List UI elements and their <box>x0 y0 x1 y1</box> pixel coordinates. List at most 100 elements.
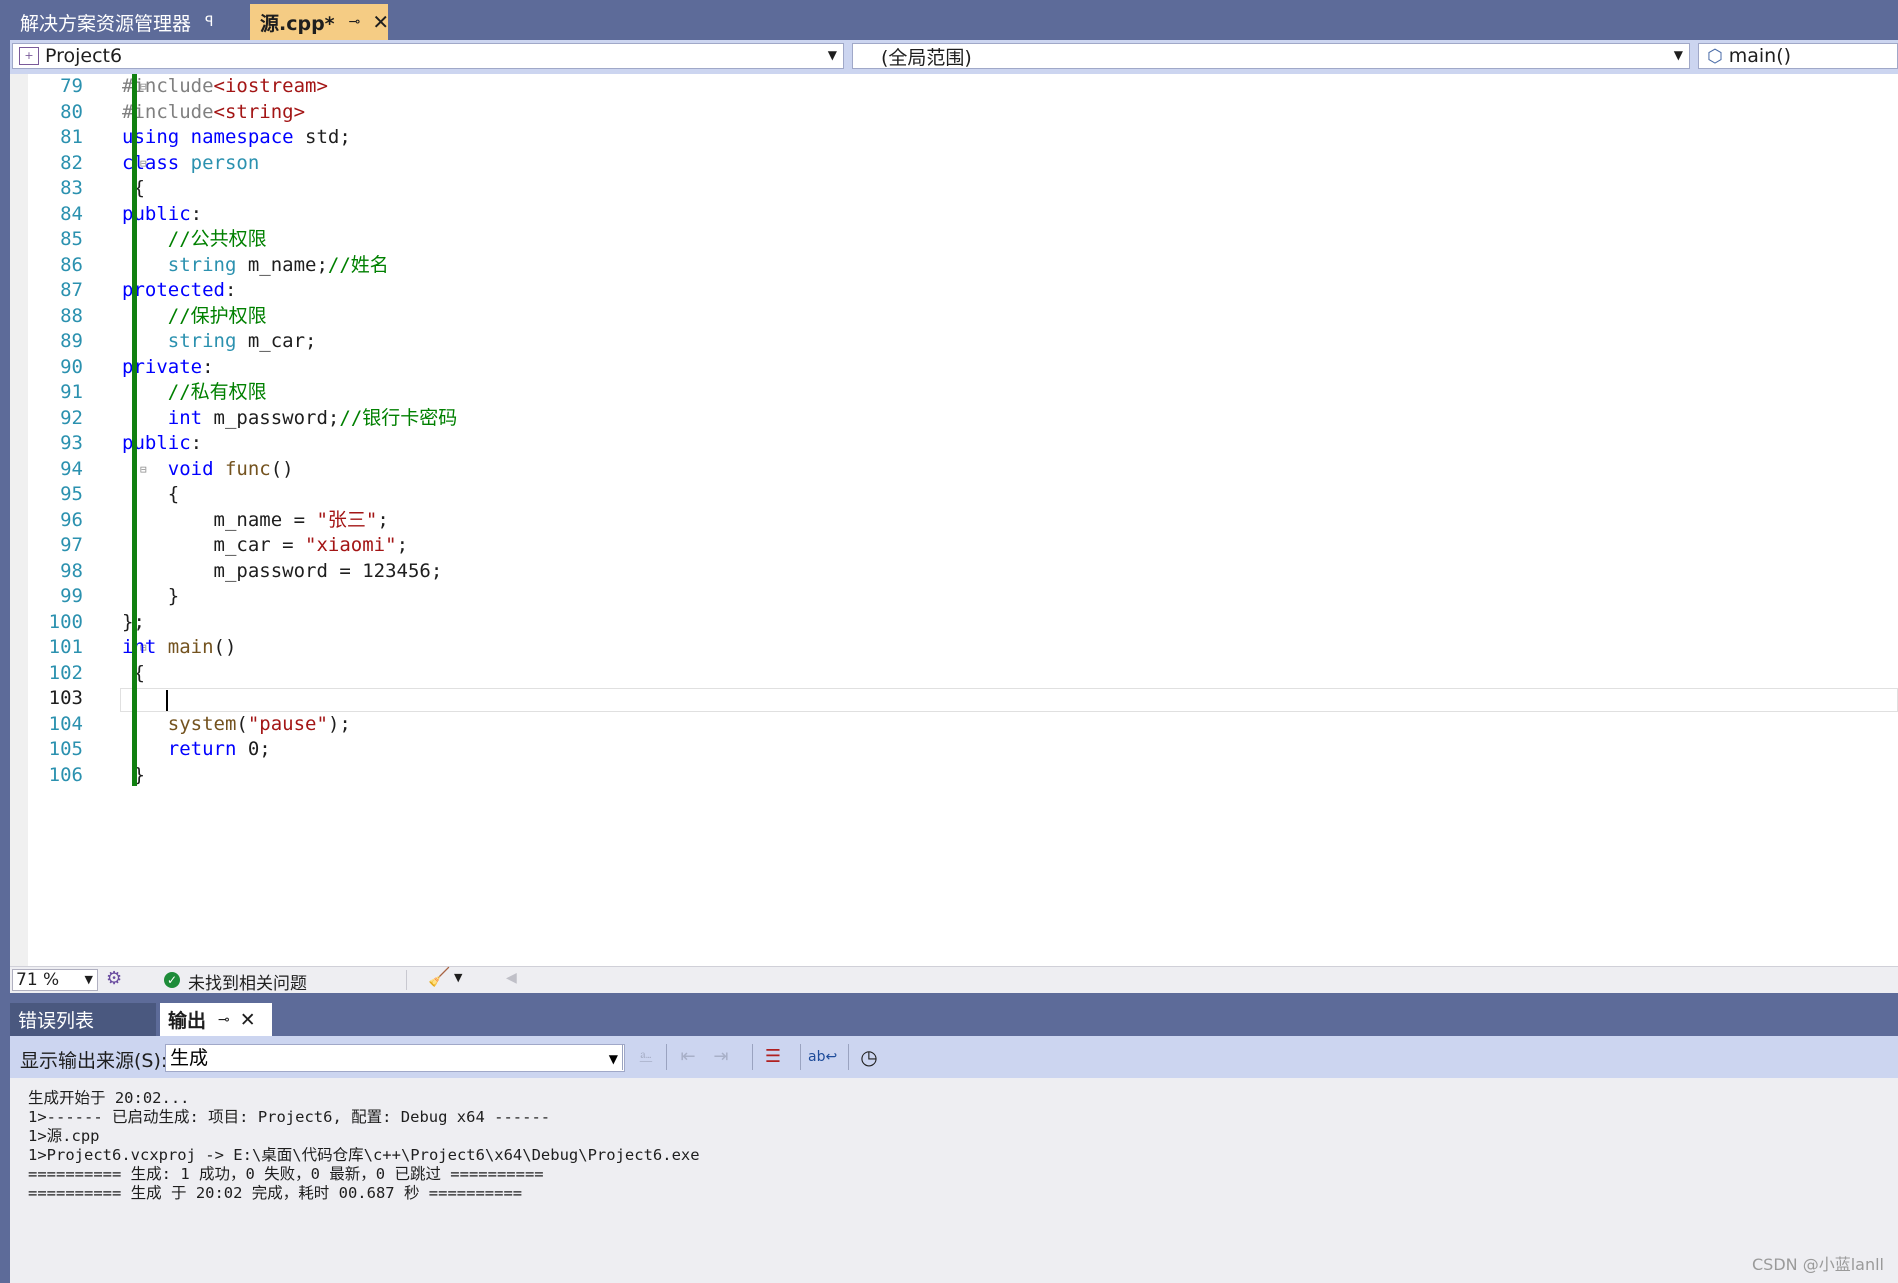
close-icon[interactable]: ✕ <box>372 10 389 34</box>
code-line[interactable]: 92 int m_password;//银行卡密码 <box>28 406 1898 432</box>
zoom-dropdown[interactable]: 71 % ▼ <box>12 969 98 991</box>
scroll-left-icon[interactable]: ◀ <box>506 970 517 986</box>
code-line[interactable]: 101 ⊟ int main() <box>28 635 1898 661</box>
divider <box>848 1044 849 1070</box>
chevron-down-icon: ▼ <box>608 1052 618 1066</box>
code-token: m_password = 123456; <box>122 559 443 582</box>
code-text: #include<string> <box>122 100 305 126</box>
tab-output[interactable]: 输出 ⊸ ✕ <box>160 1003 272 1036</box>
line-number: 106 <box>48 763 83 786</box>
line-number: 90 <box>60 355 83 378</box>
word-wrap-icon[interactable]: ab↩ <box>808 1044 837 1070</box>
code-line[interactable]: 93 public: <box>28 431 1898 457</box>
editor-indicator-margin <box>10 74 28 966</box>
pin-icon[interactable]: ⊸ <box>349 14 361 30</box>
member-dropdown[interactable]: ⬡ main() <box>1698 43 1898 69</box>
find-message-icon[interactable]: ⎁ <box>633 1044 659 1070</box>
divider <box>666 1044 667 1070</box>
code-line[interactable]: 98 m_password = 123456; <box>28 559 1898 585</box>
code-token: int <box>167 406 203 429</box>
code-line[interactable]: 86 string m_name;//姓名 <box>28 253 1898 279</box>
code-text: m_name = "张三"; <box>122 508 389 534</box>
intellicode-icon[interactable]: ⚙ <box>106 968 122 989</box>
code-text: m_password = 123456; <box>122 559 443 585</box>
code-text: system("pause"); <box>122 712 351 738</box>
code-token: } <box>122 585 180 607</box>
code-line[interactable]: 103 <box>28 686 1898 712</box>
pin-icon[interactable]: ꟼ <box>205 14 213 30</box>
line-number: 93 <box>60 432 83 454</box>
navigation-bar: + Project6 ▼ (全局范围) ▼ ⬡ main() <box>10 40 1898 74</box>
code-line[interactable]: 84 public: <box>28 202 1898 228</box>
project-name: Project6 <box>45 45 123 67</box>
scope-dropdown[interactable]: (全局范围) ▼ <box>852 43 1690 69</box>
issues-status[interactable]: 未找到相关问题 <box>188 969 307 994</box>
code-token: m_name; <box>236 253 328 276</box>
code-token: : <box>190 202 203 225</box>
code-line[interactable]: 83 { <box>28 176 1898 202</box>
code-text: protected: <box>122 278 236 304</box>
project-dropdown[interactable]: + Project6 ▼ <box>12 43 844 69</box>
code-line[interactable]: 104 system("pause"); <box>28 712 1898 738</box>
code-text: } <box>122 584 179 610</box>
code-cleanup-broom-icon[interactable]: 🧹 <box>428 967 450 988</box>
code-line[interactable]: 91 //私有权限 <box>28 380 1898 406</box>
code-text: m_car = "xiaomi"; <box>122 533 409 559</box>
close-icon[interactable]: ✕ <box>240 1009 256 1031</box>
editor-status-bar: 71 % ▼ ⚙ ✓ 未找到相关问题 🧹 ▼ ◀ <box>10 966 1898 994</box>
code-line[interactable]: 79 ⊟ #include<iostream> <box>28 74 1898 100</box>
previous-message-icon[interactable]: ⇤ <box>675 1044 701 1070</box>
pin-icon[interactable]: ⊸ <box>218 1012 230 1028</box>
code-line[interactable]: 88 //保护权限 <box>28 304 1898 330</box>
line-number: 80 <box>60 100 83 123</box>
scope-name: (全局范围) <box>881 46 972 69</box>
next-message-icon[interactable]: ⇥ <box>708 1044 734 1070</box>
output-source-dropdown[interactable]: 生成 ▼ <box>165 1044 625 1072</box>
tab-error-list[interactable]: 错误列表 <box>10 1003 156 1036</box>
clock-icon[interactable]: ◷ <box>856 1044 882 1070</box>
code-line[interactable]: 87 protected: <box>28 278 1898 304</box>
output-line: ========== 生成 于 20:02 完成，耗时 00.687 秒 ===… <box>28 1184 523 1202</box>
tab-source-file[interactable]: 源.cpp* ⊸ ✕ <box>250 4 389 40</box>
code-line[interactable]: 94 ⊟ void func() <box>28 457 1898 483</box>
code-line[interactable]: 90 private: <box>28 355 1898 381</box>
code-line[interactable]: 96 m_name = "张三"; <box>28 508 1898 534</box>
code-line[interactable]: 102 { <box>28 661 1898 687</box>
line-number: 103 <box>48 687 83 709</box>
code-line[interactable]: 82 ⊟ class person <box>28 151 1898 177</box>
code-text: #include<iostream> <box>122 74 328 100</box>
chevron-down-icon[interactable]: ▼ <box>454 971 462 984</box>
line-number: 100 <box>48 610 83 633</box>
code-line[interactable]: 106 } <box>28 763 1898 789</box>
code-token: //姓名 <box>327 253 389 276</box>
line-number: 82 <box>60 151 83 174</box>
code-line[interactable]: 105 return 0; <box>28 737 1898 763</box>
code-line[interactable]: 81 using namespace std; <box>28 125 1898 151</box>
output-text-area[interactable]: 生成开始于 20:02... 1>------ 已启动生成: 项目: Projec… <box>10 1078 1898 1283</box>
code-token: "张三" <box>316 508 378 531</box>
code-line[interactable]: 95 { <box>28 482 1898 508</box>
code-text: using namespace std; <box>122 125 351 151</box>
code-token: ; <box>377 508 389 531</box>
code-line[interactable]: 85 //公共权限 <box>28 227 1898 253</box>
line-number: 87 <box>60 279 83 301</box>
chevron-down-icon: ▼ <box>84 973 93 986</box>
code-line[interactable]: 89 string m_car; <box>28 329 1898 355</box>
code-line[interactable]: 80 #include<string> <box>28 100 1898 126</box>
line-number: 89 <box>60 330 83 352</box>
code-token: 0; <box>236 738 271 760</box>
code-line[interactable]: 99 } <box>28 584 1898 610</box>
line-number: 96 <box>60 508 83 531</box>
code-line[interactable]: 97 m_car = "xiaomi"; <box>28 533 1898 559</box>
code-token: int <box>122 636 157 658</box>
divider <box>406 970 407 990</box>
code-line[interactable]: 100}; <box>28 610 1898 636</box>
code-token: = <box>293 508 317 531</box>
code-text: int m_password;//银行卡密码 <box>122 406 458 432</box>
tab-solution-explorer[interactable]: 解决方案资源管理器 ꟼ <box>10 4 248 40</box>
clear-all-icon[interactable]: ☰ <box>760 1044 786 1070</box>
